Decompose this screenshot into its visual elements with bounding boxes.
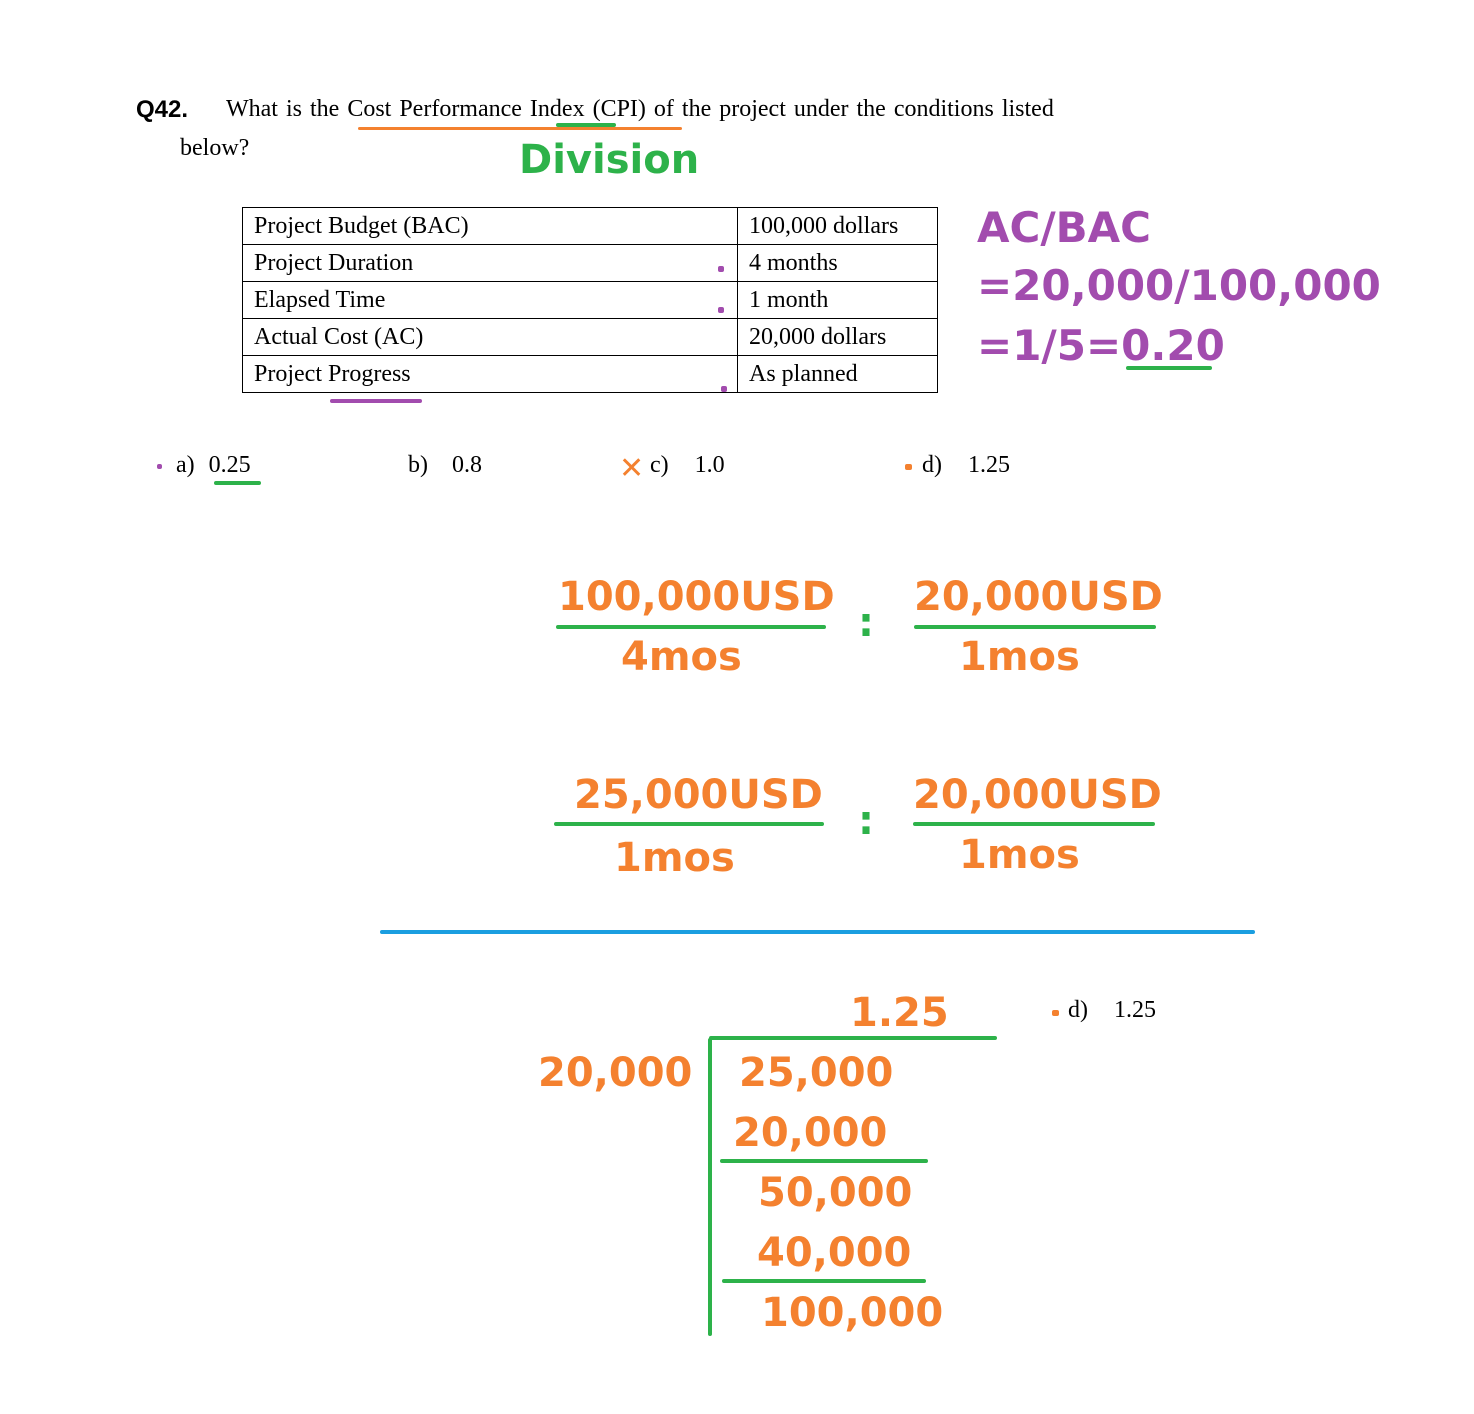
ratio2-left-numerator: 25,000USD [574,772,823,818]
ratio1-left-numerator: 100,000USD [558,574,835,620]
row-label: Actual Cost (AC) [242,318,738,356]
ratio1-left-denominator: 4mos [621,634,742,680]
table-row: Elapsed Time 1 month [242,281,938,319]
ratio2-left-denominator: 1mos [614,835,735,881]
ratio1-right-numerator: 20,000USD [914,574,1163,620]
section-divider [380,930,1255,934]
divisor: 20,000 [538,1050,693,1096]
division-step-1: 20,000 [733,1110,888,1156]
table-row: Project Progress As planned [242,355,938,393]
choice-letter: b) [408,452,428,478]
division-step-2: 50,000 [758,1170,913,1216]
ratio2-right-numerator: 20,000USD [913,772,1162,818]
fraction-bar [556,625,826,629]
row-label: Project Progress [242,355,738,393]
question-line-2: below? [180,135,250,161]
subtraction-bar [722,1279,926,1283]
index-underline [556,123,616,127]
conditions-table: Project Budget (BAC) 100,000 dollars Pro… [242,207,938,393]
answer-repeat: d) 1.25 [1068,997,1156,1024]
choice-value: 0.8 [452,452,482,478]
choice-letter: d) [1068,997,1088,1023]
question-suffix: (CPI) of the project under the condition… [592,96,1054,122]
division-step-3: 40,000 [757,1230,912,1276]
marker-dot [157,464,162,469]
row-label: Project Duration [242,244,738,282]
row-value: 100,000 dollars [737,207,938,245]
choice-value: 0.25 [208,452,251,478]
choice-d[interactable]: d) 1.25 [922,452,1010,479]
formula-line-1: AC/BAC [977,203,1152,252]
question-highlight-term: Cost Performance Index [347,96,585,122]
choice-value: 1.25 [1114,997,1156,1023]
row-label: Project Budget (BAC) [242,207,738,245]
row-value: As planned [737,355,938,393]
choice-a[interactable]: a) 0.25 [176,452,251,479]
marker-dot [905,464,912,470]
question-number: Q42. [136,96,189,123]
division-step-4: 100,000 [761,1290,944,1336]
choice-value: 1.0 [694,452,725,478]
table-row: Project Budget (BAC) 100,000 dollars [242,207,938,245]
formula-line-2: =20,000/100,000 [977,261,1381,310]
question-line-1: What is the Cost Performance Index (CPI)… [226,96,1054,123]
marker-dot [721,386,727,392]
cpi-underline [358,127,682,130]
row-label: Elapsed Time [242,281,738,319]
fraction-bar [913,822,1155,826]
question-prefix: What is the [226,96,340,122]
choice-letter: d) [922,452,942,478]
choice-c[interactable]: c) 1.0 [650,452,725,479]
marker-dot [718,266,724,272]
choice-letter: c) [650,452,669,478]
choice-value: 1.25 [968,452,1010,478]
subtraction-bar [720,1159,928,1163]
fraction-bar [914,625,1156,629]
formula-line-3: =1/5=0.20 [977,321,1225,370]
marker-dot [718,307,724,313]
ratio1-separator: : [858,600,874,646]
result-underline [1126,366,1212,370]
ratio2-separator: : [858,798,874,844]
marker-dot [1052,1010,1059,1016]
division-annotation: Division [519,137,700,183]
table-row: Project Duration 4 months [242,244,938,282]
row-value: 4 months [737,244,938,282]
division-top-bar [709,1036,997,1040]
choice-b[interactable]: b) 0.8 [408,452,482,479]
ratio2-right-denominator: 1mos [959,832,1080,878]
quotient: 1.25 [850,990,949,1036]
row-value: 20,000 dollars [737,318,938,356]
division-bracket [708,1038,712,1336]
row-value: 1 month [737,281,938,319]
choice-letter: a) [176,452,195,478]
fraction-bar [554,822,824,826]
cross-mark-icon: ✕ [619,451,645,486]
ratio1-right-denominator: 1mos [959,634,1080,680]
progress-underline [330,399,422,403]
dividend: 25,000 [739,1050,894,1096]
answer-underline [214,481,261,485]
table-row: Actual Cost (AC) 20,000 dollars [242,318,938,356]
